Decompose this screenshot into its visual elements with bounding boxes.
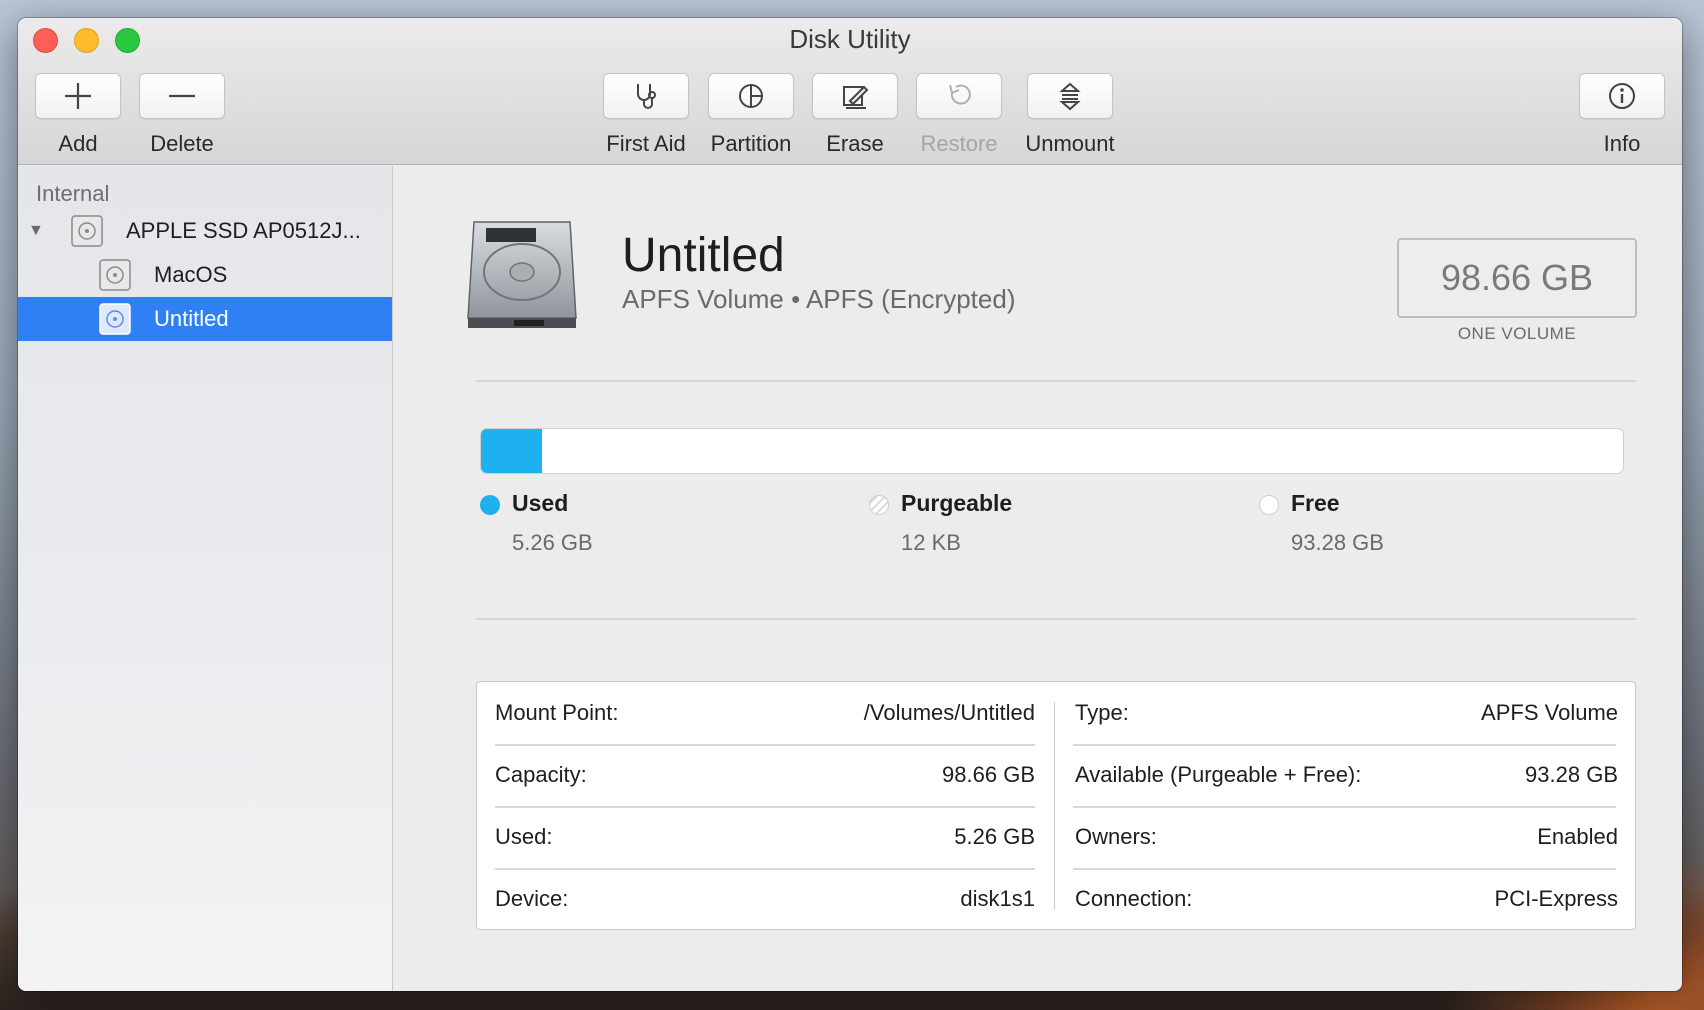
unmount-label: Unmount	[1025, 131, 1115, 156]
partition-pie-icon	[739, 84, 763, 108]
info-row-available: Available (Purgeable + Free): 93.28 GB	[1075, 744, 1618, 806]
section-divider	[476, 618, 1636, 620]
sidebar-section-internal: Internal	[36, 181, 110, 206]
disclosure-triangle-icon[interactable]: ▼	[28, 222, 44, 240]
section-divider	[476, 380, 1636, 382]
volume-name: Untitled	[622, 229, 785, 282]
usage-bar	[480, 428, 1624, 474]
unmount-icon	[1059, 82, 1081, 111]
restore-label: Restore	[920, 131, 998, 156]
window-title: Disk Utility	[789, 24, 911, 54]
info-value: PCI-Express	[1494, 886, 1618, 911]
first-aid-tool[interactable]: First Aid	[603, 73, 689, 157]
sidebar-item-apple-ssd[interactable]: ▼ APPLE SSD AP0512J...	[18, 209, 392, 253]
volume-info-table: Mount Point: /Volumes/Untitled Capacity:…	[476, 681, 1636, 930]
usage-bar-used	[481, 429, 542, 473]
volume-detail-pane: Untitled APFS Volume • APFS (Encrypted) …	[394, 166, 1682, 991]
restore-button[interactable]	[916, 73, 1002, 119]
info-value: 5.26 GB	[954, 824, 1035, 849]
unmount-button[interactable]	[1027, 73, 1113, 119]
restore-tool[interactable]: Restore	[916, 73, 1002, 157]
sidebar-item-label: MacOS	[154, 262, 228, 287]
legend-free-label: Free	[1291, 490, 1340, 516]
info-row-mount-point: Mount Point: /Volumes/Untitled	[495, 682, 1035, 744]
plus-icon	[65, 83, 91, 109]
stethoscope-icon	[637, 84, 656, 109]
sidebar-item-untitled[interactable]: Untitled	[18, 297, 392, 341]
erase-pencil-icon	[843, 85, 869, 109]
purgeable-dot-icon	[869, 495, 889, 515]
add-tool[interactable]: Add	[35, 73, 121, 157]
free-dot-icon	[1259, 495, 1279, 515]
sidebar-item-label: APPLE SSD AP0512J...	[126, 218, 361, 243]
sidebar-item-macos[interactable]: MacOS	[18, 253, 392, 297]
legend-used-label: Used	[512, 490, 569, 516]
info-key: Available (Purgeable + Free):	[1075, 762, 1362, 787]
info-value: /Volumes/Untitled	[863, 700, 1035, 725]
erase-tool[interactable]: Erase	[812, 73, 898, 157]
info-key: Mount Point:	[495, 700, 619, 725]
legend-purgeable-value: 12 KB	[901, 530, 961, 555]
partition-tool[interactable]: Partition	[708, 73, 794, 157]
hard-disk-icon	[71, 215, 103, 247]
legend-free-value: 93.28 GB	[1291, 530, 1384, 555]
delete-label: Delete	[150, 131, 214, 156]
info-key: Device:	[495, 886, 569, 911]
delete-tool[interactable]: Delete	[139, 73, 225, 157]
info-icon	[1609, 83, 1635, 109]
info-label: Info	[1603, 131, 1641, 156]
info-row-connection: Connection: PCI-Express	[1075, 868, 1618, 930]
info-value: 98.66 GB	[942, 762, 1035, 787]
info-key: Connection:	[1075, 886, 1193, 911]
hard-drive-icon	[467, 221, 577, 328]
info-row-type: Type: APFS Volume	[1075, 682, 1618, 744]
info-tool[interactable]: Info	[1579, 73, 1665, 157]
add-button[interactable]	[35, 73, 121, 119]
volume-icon	[99, 303, 131, 335]
volume-icon	[99, 259, 131, 291]
info-key: Capacity:	[495, 762, 587, 787]
partition-button[interactable]	[708, 73, 794, 119]
used-dot-icon	[480, 495, 500, 515]
delete-button[interactable]	[139, 73, 225, 119]
restore-arrow-icon	[949, 84, 971, 105]
unmount-tool[interactable]: Unmount	[1025, 73, 1115, 157]
erase-button[interactable]	[812, 73, 898, 119]
sidebar-item-label: Untitled	[154, 306, 229, 331]
volume-subtitle: APFS Volume • APFS (Encrypted)	[622, 284, 1016, 314]
volume-size-box: 98.66 GB	[1397, 238, 1637, 318]
info-row-owners: Owners: Enabled	[1075, 806, 1618, 868]
volume-size-caption: ONE VOLUME	[1457, 324, 1577, 343]
sidebar: Internal ▼ APPLE SSD AP0512J... MacOS Un…	[18, 166, 393, 991]
info-value: APFS Volume	[1481, 700, 1618, 725]
info-row-used: Used: 5.26 GB	[495, 806, 1035, 868]
disk-utility-window: Disk Utility Add Delete First Aid Partit…	[18, 18, 1682, 991]
info-row-device: Device: disk1s1	[495, 868, 1035, 930]
info-value: 93.28 GB	[1525, 762, 1618, 787]
minus-icon	[169, 94, 195, 98]
first-aid-button[interactable]	[603, 73, 689, 119]
info-key: Used:	[495, 824, 553, 849]
legend-used-value: 5.26 GB	[512, 530, 593, 555]
column-divider	[1054, 702, 1055, 910]
info-key: Owners:	[1075, 824, 1157, 849]
legend-purgeable-label: Purgeable	[901, 490, 1013, 516]
info-row-capacity: Capacity: 98.66 GB	[495, 744, 1035, 806]
info-value: Enabled	[1537, 824, 1618, 849]
info-value: disk1s1	[960, 886, 1035, 911]
toolbar: Disk Utility Add Delete First Aid Partit…	[18, 18, 1682, 165]
info-button[interactable]	[1579, 73, 1665, 119]
info-key: Type:	[1075, 700, 1129, 725]
